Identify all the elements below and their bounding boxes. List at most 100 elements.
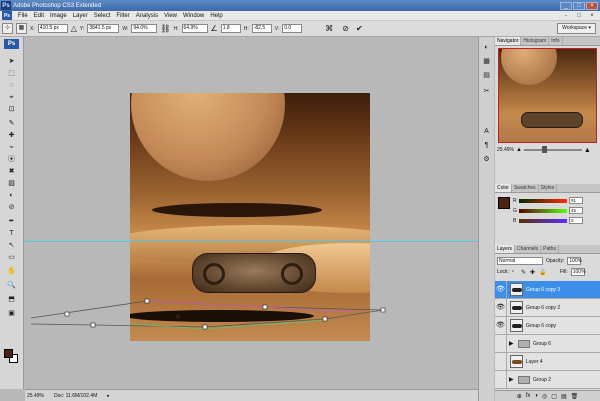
blue-input[interactable]: 0 bbox=[569, 217, 583, 224]
lock-position-icon[interactable]: ✚ bbox=[530, 269, 536, 276]
transform-handle[interactable] bbox=[322, 316, 328, 322]
path-select-tool-icon[interactable]: ↖ bbox=[4, 241, 19, 251]
menu-image[interactable]: Image bbox=[47, 13, 70, 19]
brushes-panel-icon[interactable]: ⚙ bbox=[481, 155, 492, 165]
menu-ps-icon[interactable]: Ps bbox=[2, 11, 12, 20]
transform-handle[interactable] bbox=[64, 311, 70, 317]
zoom-tool-icon[interactable]: 🔍 bbox=[4, 281, 19, 291]
visibility-eye-icon[interactable]: 👁 bbox=[495, 316, 507, 335]
menu-filter[interactable]: Filter bbox=[113, 13, 132, 19]
tab-channels[interactable]: Channels bbox=[515, 245, 542, 253]
menu-edit[interactable]: Edit bbox=[31, 13, 47, 19]
crop-tool-icon[interactable]: ⊡ bbox=[4, 105, 19, 115]
doc-minimize-button[interactable]: - bbox=[561, 12, 571, 20]
marquee-tool-icon[interactable]: ⬚ bbox=[4, 69, 19, 79]
blend-mode-select[interactable]: Normal bbox=[497, 257, 543, 265]
visibility-eye-icon[interactable]: 👁 bbox=[495, 280, 507, 299]
link-layers-icon[interactable]: ⊕ bbox=[517, 393, 522, 400]
paragraph-panel-icon[interactable]: ¶ bbox=[481, 141, 492, 151]
minimize-button[interactable]: _ bbox=[560, 1, 572, 10]
menu-select[interactable]: Select bbox=[91, 13, 114, 19]
link-icon[interactable]: ⛓ bbox=[160, 24, 170, 34]
menu-help[interactable]: Help bbox=[207, 13, 225, 19]
navigator-zoom-handle[interactable] bbox=[541, 146, 547, 153]
transform-handle[interactable] bbox=[90, 322, 96, 328]
histogram-panel-icon[interactable]: ▦ bbox=[481, 57, 492, 67]
width-input[interactable]: 94.0% bbox=[131, 24, 158, 33]
pen-tool-icon[interactable]: ✒ bbox=[4, 217, 19, 227]
eraser-tool-icon[interactable]: ⊘ bbox=[4, 203, 19, 213]
stamp-tool-icon[interactable]: ⦿ bbox=[4, 155, 19, 165]
transform-bounding-box[interactable]: ⊕ bbox=[25, 37, 478, 389]
tab-paths[interactable]: Paths bbox=[541, 245, 559, 253]
transform-handle[interactable] bbox=[262, 304, 268, 310]
visibility-toggle[interactable] bbox=[495, 370, 507, 389]
opacity-input[interactable]: 100% bbox=[567, 257, 582, 265]
quick-select-tool-icon[interactable]: ⌖ bbox=[4, 93, 19, 103]
height-input[interactable]: 64.9% bbox=[181, 24, 208, 33]
workspace-button[interactable]: Workspace ▾ bbox=[557, 23, 596, 34]
layer-row[interactable]: ▶ Group 2 bbox=[495, 370, 600, 389]
transform-handle[interactable] bbox=[144, 298, 150, 304]
green-slider[interactable] bbox=[519, 208, 567, 213]
group-expand-icon[interactable]: ▶ bbox=[509, 376, 515, 383]
gradient-tool-icon[interactable]: ▨ bbox=[4, 179, 19, 189]
menu-view[interactable]: View bbox=[161, 13, 180, 19]
y-input[interactable]: 3841.5 px bbox=[87, 24, 120, 33]
group-expand-icon[interactable]: ▶ bbox=[509, 340, 515, 347]
brush-tool-icon[interactable]: ⌁ bbox=[4, 143, 19, 153]
layer-style-icon[interactable]: fx bbox=[526, 393, 531, 399]
cancel-transform-icon[interactable]: ⊘ bbox=[342, 24, 349, 34]
x-input[interactable]: 410.5 px bbox=[37, 24, 68, 33]
delta-icon[interactable]: △ bbox=[71, 24, 77, 34]
maximize-button[interactable]: □ bbox=[573, 1, 585, 10]
tab-layers[interactable]: Layers bbox=[495, 245, 516, 253]
zoom-out-icon[interactable]: ▲ bbox=[516, 147, 522, 153]
eyedropper-tool-icon[interactable]: ✎ bbox=[4, 119, 19, 129]
note-tool-icon[interactable]: ▣ bbox=[4, 309, 19, 319]
move-tool-icon[interactable]: ➤ bbox=[4, 57, 19, 67]
transform-tool-icon[interactable]: ⊹ bbox=[2, 23, 13, 34]
status-arrow-icon[interactable]: ▸ bbox=[107, 393, 110, 399]
tool-presets-icon[interactable]: ✂ bbox=[481, 87, 492, 97]
layer-row[interactable]: ▶ Group 6 bbox=[495, 334, 600, 353]
layer-row[interactable]: 👁 Group 6 copy bbox=[495, 316, 600, 335]
foreground-color-swatch[interactable] bbox=[4, 349, 13, 358]
green-input[interactable]: 45 bbox=[569, 207, 583, 214]
warp-icon[interactable]: ⌘ bbox=[325, 24, 333, 34]
menu-layer[interactable]: Layer bbox=[70, 13, 91, 19]
character-panel-icon[interactable]: A bbox=[481, 127, 492, 137]
shape-tool-icon[interactable]: ▭ bbox=[4, 253, 19, 263]
reference-point-icon[interactable]: ▦ bbox=[16, 23, 27, 34]
type-tool-icon[interactable]: T bbox=[4, 229, 19, 239]
tab-swatches[interactable]: Swatches bbox=[512, 184, 539, 192]
lock-pixels-icon[interactable]: ✎ bbox=[521, 269, 527, 276]
vskew-input[interactable]: 0.0 bbox=[282, 24, 303, 33]
trash-icon[interactable]: 🗑 bbox=[571, 393, 579, 400]
lock-transparency-icon[interactable]: ▫ bbox=[512, 269, 518, 275]
layer-row[interactable]: Layer 4 bbox=[495, 352, 600, 371]
new-group-icon[interactable]: ▢ bbox=[551, 393, 557, 400]
new-layer-icon[interactable]: ▤ bbox=[561, 393, 567, 400]
tab-navigator[interactable]: Navigator bbox=[495, 37, 522, 45]
reference-point-icon[interactable]: ⊕ bbox=[175, 313, 181, 321]
doc-restore-button[interactable]: □ bbox=[574, 12, 584, 20]
angle-input[interactable]: 1.8 bbox=[220, 24, 241, 33]
navigator-zoom-value[interactable]: 25.49% bbox=[497, 147, 514, 153]
transform-handle[interactable] bbox=[380, 307, 386, 313]
tab-color[interactable]: Color bbox=[495, 184, 512, 192]
mask-icon[interactable]: ◑ bbox=[534, 393, 538, 399]
transform-handle[interactable] bbox=[202, 324, 208, 330]
visibility-toggle[interactable] bbox=[495, 352, 507, 371]
close-button[interactable]: × bbox=[586, 1, 598, 10]
menu-analysis[interactable]: Analysis bbox=[133, 13, 161, 19]
history-brush-tool-icon[interactable]: ✖ bbox=[4, 167, 19, 177]
adjustment-layer-icon[interactable]: ◎ bbox=[542, 393, 547, 400]
commit-transform-icon[interactable]: ✔ bbox=[356, 24, 363, 34]
tab-histogram[interactable]: Histogram bbox=[521, 37, 550, 45]
visibility-toggle[interactable] bbox=[495, 334, 507, 353]
visibility-eye-icon[interactable]: 👁 bbox=[495, 298, 507, 317]
hskew-input[interactable]: -82.5 bbox=[251, 24, 272, 33]
red-input[interactable]: 91 bbox=[569, 197, 583, 204]
blue-slider[interactable] bbox=[519, 218, 567, 223]
